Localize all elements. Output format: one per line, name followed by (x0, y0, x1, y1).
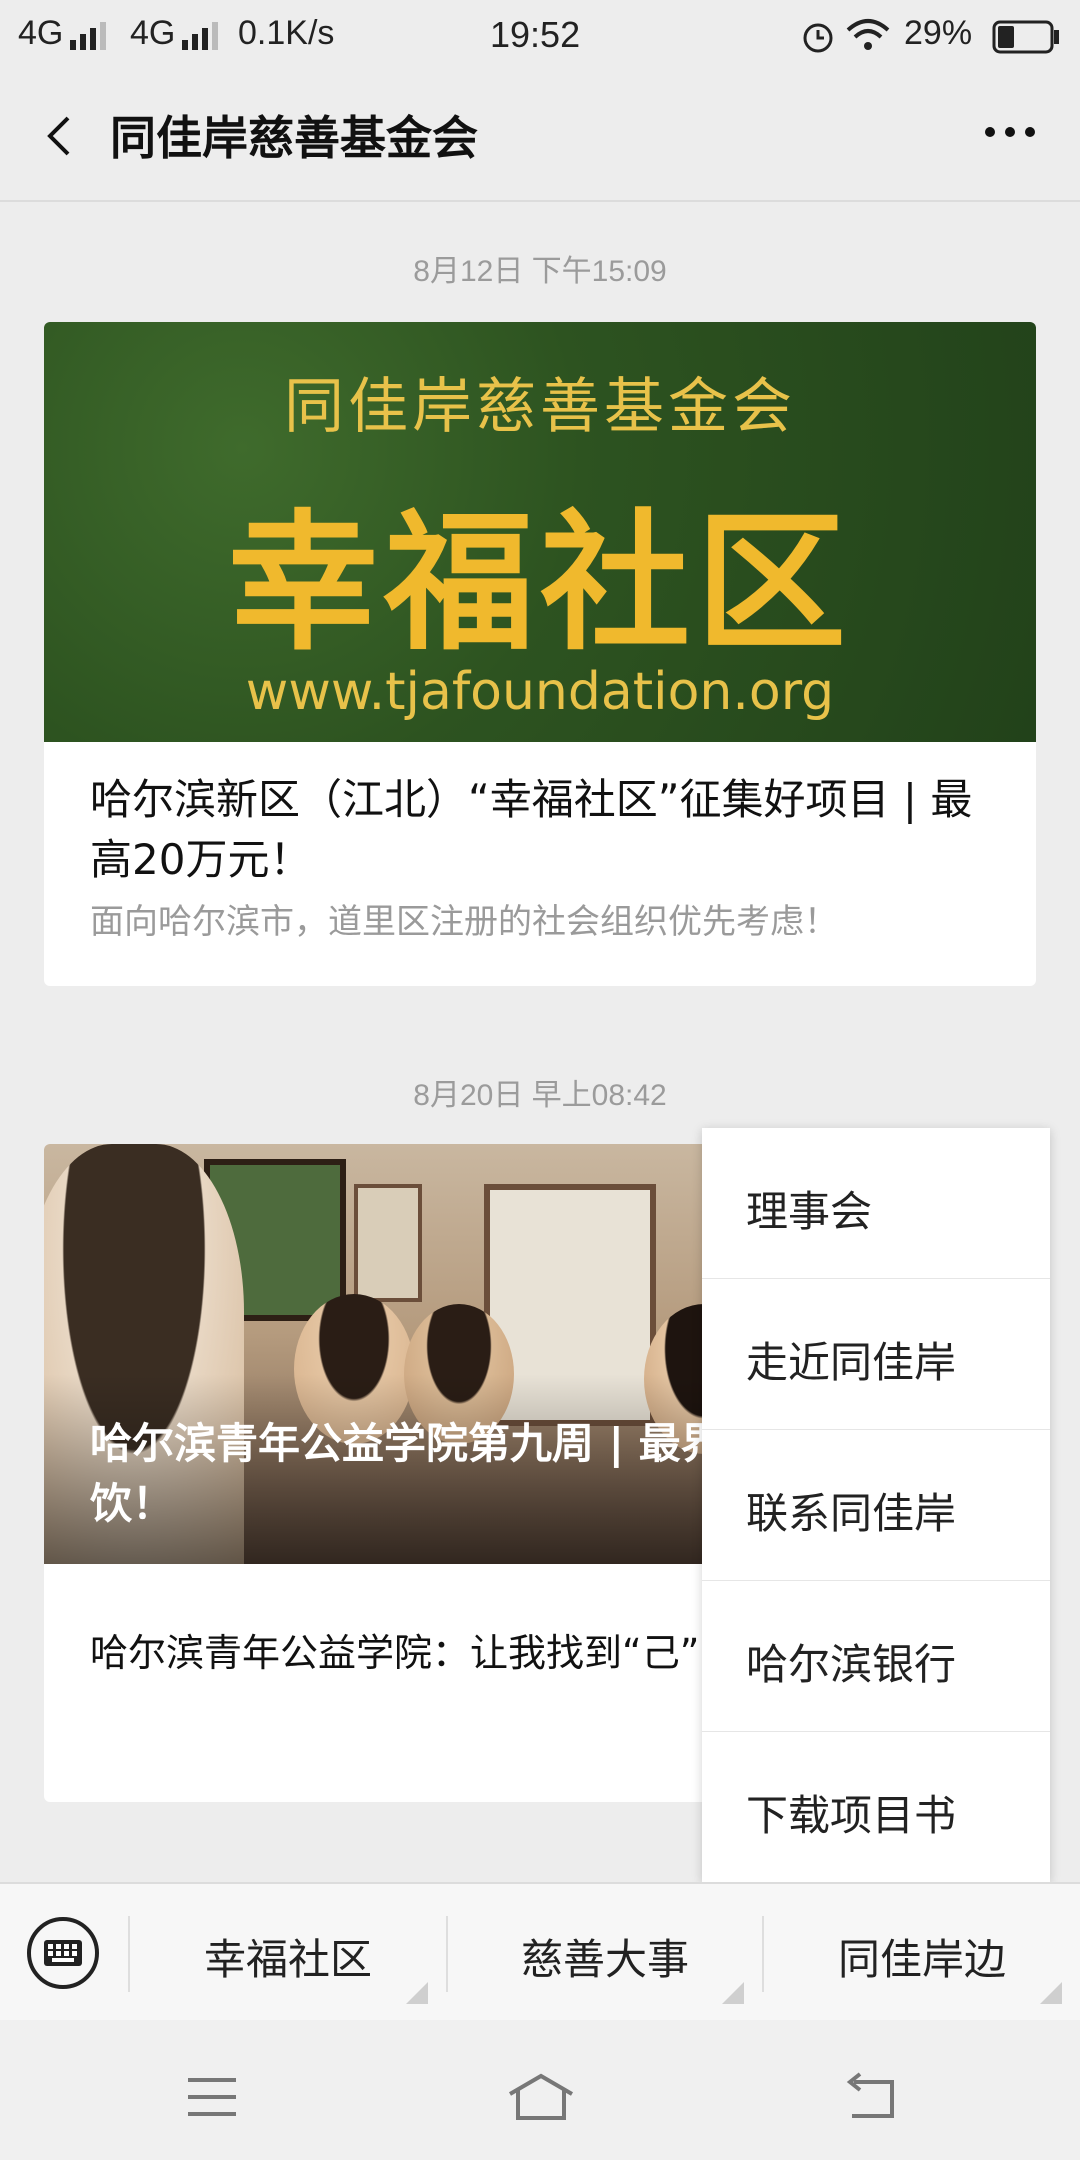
battery-percent: 29% (904, 14, 973, 52)
page-title: 同佳岸慈善基金会 (110, 111, 478, 165)
article-headline: 哈尔滨新区（江北）“幸福社区”征集好项目 | 最高20万元！ (90, 775, 973, 884)
submenu-indicator-icon (406, 1982, 428, 2004)
signal-icon (182, 22, 218, 50)
menu-item-label: 联系同佳岸 (746, 1489, 957, 1538)
chat-header: 同佳岸慈善基金会 (0, 72, 1080, 202)
system-nav-bar (0, 2020, 1080, 2160)
network-label-1: 4G (18, 14, 64, 52)
menu-item-label: 哈尔滨银行 (746, 1640, 957, 1689)
menu-tab-label: 同佳岸边 (837, 1935, 1006, 1984)
menu-item-label: 走近同佳岸 (746, 1338, 957, 1387)
menu-tab-happy-community[interactable]: 幸福社区 (130, 1884, 446, 2022)
menu-item-download[interactable]: 下载项目书 (702, 1732, 1050, 1882)
network-speed: 0.1K/s (238, 14, 335, 52)
menu-tab-tongjiaan-side[interactable]: 同佳岸边 (764, 1884, 1080, 2022)
menu-item-bank[interactable]: 哈尔滨银行 (702, 1581, 1050, 1732)
menu-item-label: 理事会 (746, 1187, 873, 1236)
message-timestamp: 8月20日 早上08:42 (413, 1079, 667, 1112)
article-description: 面向哈尔滨市，道里区注册的社会组织优先考虑！ (90, 902, 838, 942)
status-bar: 4G 4G 0.1K/s 19:52 29% (0, 0, 1080, 72)
banner-title: 幸福社区 (227, 497, 852, 671)
article-banner-image: 同佳岸慈善基金会 幸福社区 www.tjafoundation.org (44, 322, 1036, 742)
photo-wall-frame (354, 1184, 422, 1302)
menu-tab-label: 慈善大事 (520, 1935, 689, 1984)
keyboard-icon[interactable] (26, 1916, 100, 1990)
chevron-left-icon[interactable] (34, 108, 90, 164)
submenu-indicator-icon (722, 1982, 744, 2004)
menu-item-label: 下载项目书 (746, 1791, 957, 1840)
clock: 19:52 (490, 14, 581, 55)
submenu-indicator-icon (1040, 1982, 1062, 2004)
home-icon[interactable] (506, 2072, 576, 2122)
more-dots-icon[interactable] (980, 112, 1040, 152)
menu-icon[interactable] (182, 2072, 242, 2122)
custom-menu-bar: 幸福社区 慈善大事 同佳岸边 (0, 1882, 1080, 2022)
menu-item-board[interactable]: 理事会 (702, 1128, 1050, 1279)
banner-org-name: 同佳岸慈善基金会 (284, 372, 796, 442)
battery-icon (992, 20, 1059, 54)
menu-tab-label: 幸福社区 (203, 1935, 372, 1984)
network-label-2: 4G (130, 14, 176, 52)
signal-icon (70, 22, 106, 50)
menu-item-about[interactable]: 走近同佳岸 (702, 1279, 1050, 1430)
wifi-icon (846, 19, 890, 50)
message-timestamp: 8月12日 下午15:09 (413, 255, 667, 288)
banner-url: www.tjafoundation.org (245, 662, 835, 722)
article-card[interactable]: 同佳岸慈善基金会 幸福社区 www.tjafoundation.org 哈尔滨新… (44, 322, 1036, 986)
alarm-icon (803, 23, 833, 53)
back-icon[interactable] (840, 2072, 900, 2122)
menu-tab-charity-events[interactable]: 慈善大事 (448, 1884, 762, 2022)
submenu-popup: 理事会 走近同佳岸 联系同佳岸 哈尔滨银行 下载项目书 (702, 1128, 1050, 1882)
menu-item-contact[interactable]: 联系同佳岸 (702, 1430, 1050, 1581)
